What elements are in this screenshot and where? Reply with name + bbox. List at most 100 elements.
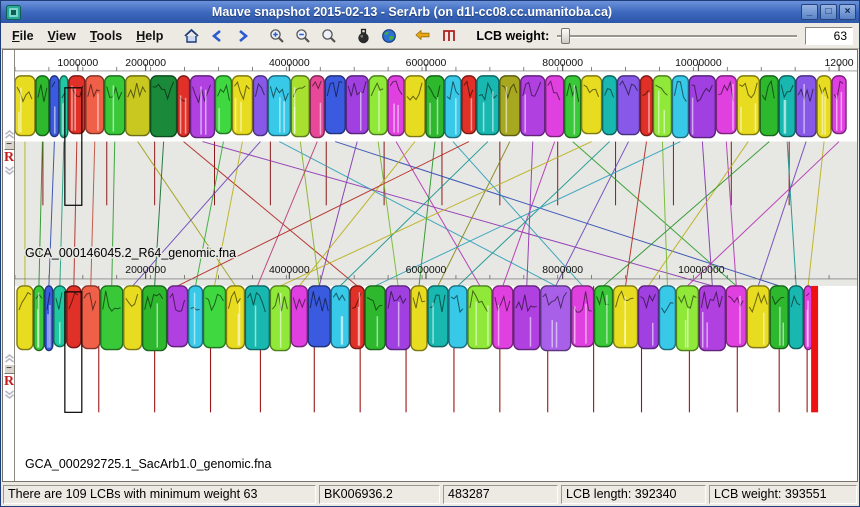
- lcb-block[interactable]: [226, 286, 244, 349]
- lcb-block[interactable]: [760, 76, 778, 136]
- lcb-block[interactable]: [45, 286, 53, 351]
- back-button[interactable]: [205, 25, 229, 47]
- lcb-block[interactable]: [500, 76, 520, 136]
- lcb-block[interactable]: [405, 76, 425, 137]
- zoom-strip-button[interactable]: −: [4, 140, 15, 150]
- lcb-block[interactable]: [268, 76, 290, 136]
- lcb-block[interactable]: [50, 76, 59, 137]
- scroll-down-icon[interactable]: [4, 166, 15, 175]
- zoom-out-button[interactable]: [291, 25, 315, 47]
- lcb-block[interactable]: [126, 76, 150, 136]
- alignment-canvas[interactable]: 1000000200000040000006000000800000010000…: [3, 50, 857, 481]
- lcb-block[interactable]: [747, 286, 769, 348]
- lcb-block[interactable]: [151, 76, 177, 137]
- lcb-boundary-button[interactable]: [437, 25, 461, 47]
- lcb-block[interactable]: [618, 76, 640, 135]
- lcb-block[interactable]: [189, 286, 203, 348]
- lcb-block[interactable]: [388, 76, 404, 136]
- lcb-block[interactable]: [582, 76, 602, 134]
- lcb-block[interactable]: [641, 76, 653, 136]
- lcb-block[interactable]: [521, 76, 545, 136]
- lcb-block[interactable]: [178, 76, 190, 137]
- lcb-block[interactable]: [15, 76, 35, 136]
- lcb-block[interactable]: [817, 76, 831, 138]
- lcb-block[interactable]: [36, 76, 49, 136]
- lcb-block[interactable]: [386, 286, 410, 350]
- zoom-in-button[interactable]: [265, 25, 289, 47]
- lcb-block[interactable]: [216, 76, 232, 134]
- reverse-complement-button[interactable]: R: [4, 151, 14, 165]
- zoom-reset-button[interactable]: [317, 25, 341, 47]
- lcb-block[interactable]: [350, 286, 364, 349]
- lcb-block[interactable]: [291, 76, 309, 137]
- lcb-block[interactable]: [468, 286, 492, 349]
- lcb-block[interactable]: [426, 76, 444, 138]
- minimize-button[interactable]: _: [801, 4, 818, 20]
- lcb-block[interactable]: [204, 286, 226, 348]
- close-button[interactable]: ×: [839, 4, 856, 20]
- lcb-block[interactable]: [796, 76, 816, 137]
- lcb-block[interactable]: [310, 76, 324, 138]
- app-icon[interactable]: [6, 5, 21, 20]
- lcb-block[interactable]: [325, 76, 345, 134]
- lcb-block[interactable]: [477, 76, 499, 135]
- lcb-weight-value[interactable]: 63: [805, 27, 853, 45]
- lcb-block[interactable]: [60, 76, 68, 138]
- scroll-up-icon[interactable]: [4, 354, 15, 363]
- lcb-block[interactable]: [331, 286, 349, 348]
- lcb-block[interactable]: [595, 286, 613, 347]
- lcb-block[interactable]: [689, 76, 715, 138]
- lcb-block[interactable]: [245, 286, 269, 350]
- lcb-block[interactable]: [17, 286, 33, 350]
- lcb-block[interactable]: [86, 76, 104, 134]
- lcb-block[interactable]: [449, 286, 467, 348]
- undo-button[interactable]: [411, 25, 435, 47]
- lcb-block[interactable]: [34, 286, 44, 351]
- lcb-block[interactable]: [770, 286, 788, 349]
- lcb-block[interactable]: [546, 76, 564, 137]
- lcb-block[interactable]: [270, 286, 290, 351]
- lcb-block[interactable]: [105, 76, 125, 135]
- scroll-down-icon[interactable]: [4, 390, 15, 399]
- lcb-block[interactable]: [716, 76, 736, 134]
- lcb-block[interactable]: [832, 76, 846, 134]
- weight-button[interactable]: [351, 25, 375, 47]
- maximize-button[interactable]: □: [820, 4, 837, 20]
- reverse-complement-button[interactable]: R: [4, 375, 14, 389]
- lcb-block[interactable]: [514, 286, 540, 350]
- lcb-block[interactable]: [614, 286, 638, 348]
- lcb-block[interactable]: [54, 286, 66, 347]
- lcb-block[interactable]: [789, 286, 803, 349]
- lcb-block[interactable]: [67, 286, 81, 348]
- alignment-panel[interactable]: 1000000200000040000006000000800000010000…: [2, 49, 858, 482]
- lcb-block[interactable]: [143, 286, 167, 351]
- menu-file[interactable]: File: [5, 29, 41, 43]
- menu-view[interactable]: View: [41, 29, 83, 43]
- lcb-block[interactable]: [253, 76, 267, 136]
- lcb-block[interactable]: [653, 76, 671, 137]
- lcb-block[interactable]: [82, 286, 100, 349]
- lcb-block[interactable]: [726, 286, 746, 347]
- menu-tools[interactable]: Tools: [83, 29, 129, 43]
- lcb-block[interactable]: [493, 286, 513, 349]
- lcb-block[interactable]: [346, 76, 368, 134]
- forward-button[interactable]: [231, 25, 255, 47]
- lcb-block[interactable]: [232, 76, 252, 135]
- lcb-block[interactable]: [124, 286, 142, 350]
- lcb-block[interactable]: [804, 286, 812, 350]
- lcb-block[interactable]: [779, 76, 795, 137]
- lcb-block[interactable]: [462, 76, 476, 134]
- zoom-strip-button[interactable]: −: [4, 364, 15, 374]
- lcb-block[interactable]: [291, 286, 307, 347]
- lcb-block[interactable]: [365, 286, 385, 350]
- home-button[interactable]: [179, 25, 203, 47]
- lcb-block[interactable]: [639, 286, 659, 349]
- title-bar[interactable]: Mauve snapshot 2015-02-13 - SerArb (on d…: [1, 1, 859, 23]
- lcb-block[interactable]: [428, 286, 448, 347]
- lcb-block[interactable]: [308, 286, 330, 347]
- lcb-block[interactable]: [572, 286, 594, 347]
- lcb-block[interactable]: [699, 286, 725, 351]
- lcb-block[interactable]: [101, 286, 123, 350]
- scroll-up-icon[interactable]: [4, 130, 15, 139]
- slider-thumb[interactable]: [561, 28, 570, 44]
